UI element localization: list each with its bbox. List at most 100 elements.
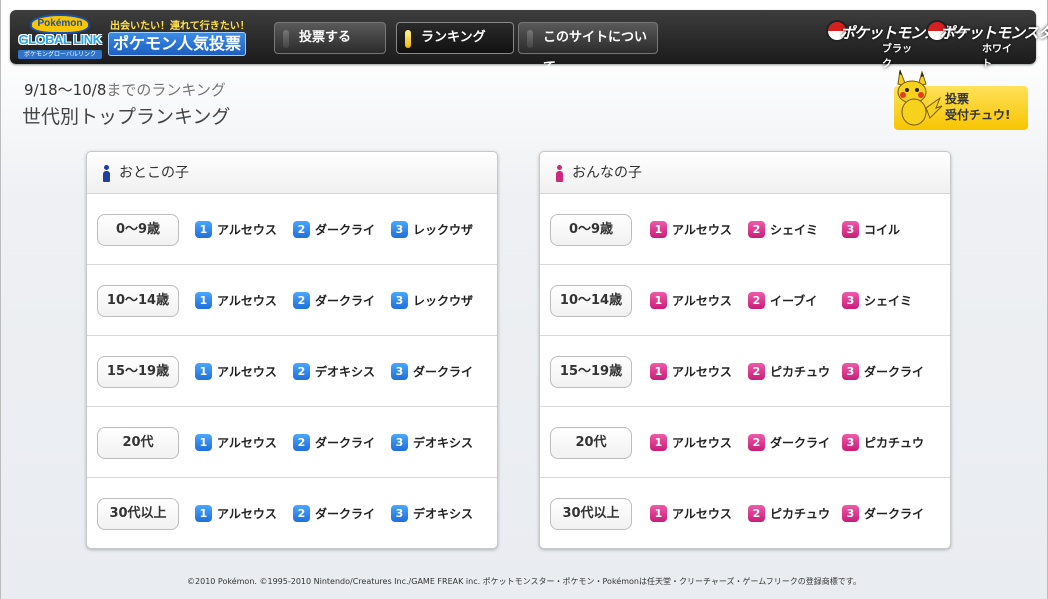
rank-3-item[interactable]: 3 レックウザ	[391, 292, 473, 310]
rank-2-item[interactable]: 2 ダークライ	[293, 505, 375, 523]
age-group-button[interactable]: 20代	[97, 427, 179, 459]
rank-1-badge: 1	[650, 221, 667, 238]
rank-2-item[interactable]: 2 ダークライ	[293, 292, 375, 310]
rank-3-item[interactable]: 3 ピカチュウ	[842, 434, 924, 452]
boys-panel-header: おとこの子	[87, 152, 497, 194]
table-row: 20代 1 アルセウス 2 ダークライ 3 ピカチュウ	[540, 407, 950, 478]
vote-badge-line2: 受付チュウ!	[945, 108, 1011, 122]
rank-3-name: レックウザ	[413, 223, 474, 237]
rank-2-name: イーブイ	[770, 294, 818, 308]
rank-3-name: デオキシス	[413, 507, 474, 521]
rank-2-item[interactable]: 2 ダークライ	[293, 221, 375, 239]
age-group-button[interactable]: 0〜9歳	[550, 214, 632, 246]
rank-3-name: デオキシス	[413, 436, 474, 450]
rank-2-item[interactable]: 2 ピカチュウ	[748, 363, 830, 381]
rank-1-item[interactable]: 1 アルセウス	[650, 292, 732, 310]
pikachu-icon	[897, 69, 943, 126]
boy-icon	[103, 165, 110, 182]
vote-badge-line1: 投票	[945, 92, 970, 106]
age-group-button[interactable]: 30代以上	[97, 498, 179, 530]
age-group-button[interactable]: 10〜14歳	[550, 285, 632, 317]
rank-1-item[interactable]: 1 アルセウス	[650, 221, 732, 239]
rank-2-name: ピカチュウ	[770, 507, 831, 521]
rank-2-name: シェイミ	[770, 223, 819, 237]
age-group-button[interactable]: 30代以上	[550, 498, 632, 530]
rank-3-name: ダークライ	[864, 507, 925, 521]
age-group-button[interactable]: 15〜19歳	[550, 356, 632, 388]
rank-1-badge: 1	[650, 292, 667, 309]
rank-1-badge: 1	[650, 363, 667, 380]
rank-1-name: アルセウス	[672, 294, 732, 308]
rank-3-item[interactable]: 3 レックウザ	[391, 221, 473, 239]
nav-about[interactable]: このサイトについて	[518, 22, 658, 75]
rank-3-badge: 3	[391, 363, 408, 380]
rank-1-item[interactable]: 1 アルセウス	[650, 505, 732, 523]
rank-1-item[interactable]: 1 アルセウス	[195, 434, 277, 452]
rank-3-name: ダークライ	[413, 365, 474, 379]
rank-1-badge: 1	[195, 363, 212, 380]
rank-3-name: コイル	[864, 223, 901, 237]
copyright-footer: ©2010 Pokémon. ©1995-2010 Nintendo/Creat…	[187, 577, 861, 586]
rank-3-item[interactable]: 3 ダークライ	[391, 363, 473, 381]
nav-lamp-active-icon	[405, 30, 411, 48]
nav-vote[interactable]: 投票する	[274, 22, 386, 54]
boys-rows: 0〜9歳 1 アルセウス 2 ダークライ 3 レックウザ 10〜14歳 1 アルセウス …	[87, 194, 497, 549]
vote-badge-text: 投票 受付チュウ!	[945, 91, 1025, 123]
girls-ranking-panel: おんなの子 0〜9歳 1 アルセウス 2 シェイミ 3 コイル 10〜14歳 1 アルセ…	[539, 151, 951, 549]
vote-open-badge[interactable]: 投票 受付チュウ!	[888, 66, 1030, 132]
rank-2-name: デオキシス	[315, 365, 376, 379]
rank-1-name: アルセウス	[672, 507, 732, 521]
rank-2-badge: 2	[748, 292, 765, 309]
rank-3-badge: 3	[842, 505, 859, 522]
rank-3-item[interactable]: 3 ダークライ	[842, 505, 924, 523]
nav-ranking[interactable]: ランキング	[396, 22, 514, 54]
rank-2-item[interactable]: 2 ピカチュウ	[748, 505, 830, 523]
rank-1-item[interactable]: 1 アルセウス	[650, 363, 732, 381]
rank-2-badge: 2	[748, 363, 765, 380]
rank-3-badge: 3	[391, 434, 408, 451]
rank-3-name: シェイミ	[864, 294, 913, 308]
nav-vote-label: 投票する	[299, 30, 352, 45]
nav-lamp-icon	[283, 30, 289, 48]
rank-2-name: ダークライ	[770, 436, 831, 450]
rank-3-item[interactable]: 3 ダークライ	[842, 363, 924, 381]
rank-1-item[interactable]: 1 アルセウス	[195, 221, 277, 239]
rank-2-item[interactable]: 2 シェイミ	[748, 221, 818, 239]
rank-3-name: レックウザ	[413, 294, 474, 308]
age-group-button[interactable]: 20代	[550, 427, 632, 459]
rank-3-badge: 3	[391, 292, 408, 309]
rank-1-item[interactable]: 1 アルセウス	[195, 292, 277, 310]
nav-ranking-label: ランキング	[421, 30, 486, 45]
rank-1-item[interactable]: 1 アルセウス	[195, 505, 277, 523]
global-link-logo-text: GLOBAL LINK	[18, 32, 102, 47]
rank-2-item[interactable]: 2 ダークライ	[748, 434, 830, 452]
age-group-button[interactable]: 15〜19歳	[97, 356, 179, 388]
pokemon-black-logo[interactable]: ポケットモンスター ブラック	[826, 16, 967, 70]
rank-1-badge: 1	[650, 434, 667, 451]
site-tagline: 出会いたい！連れて行きたい！	[110, 21, 250, 32]
global-link-logo[interactable]: Pokémon GLOBAL LINK ポケモングローバルリンク	[16, 14, 104, 60]
rank-2-name: ダークライ	[315, 223, 376, 237]
table-row: 30代以上 1 アルセウス 2 ダークライ 3 デオキシス	[87, 478, 497, 549]
rank-3-item[interactable]: 3 デオキシス	[391, 434, 473, 452]
rank-2-item[interactable]: 2 デオキシス	[293, 363, 375, 381]
rank-3-item[interactable]: 3 デオキシス	[391, 505, 473, 523]
global-link-logo-subtext: ポケモングローバルリンク	[18, 50, 102, 59]
rank-1-name: アルセウス	[217, 294, 277, 308]
rank-1-name: アルセウス	[217, 436, 277, 450]
pokemon-white-logo[interactable]: ポケットモンスター ホワイト	[926, 16, 1048, 70]
page-title: 世代別トップランキング	[22, 106, 231, 128]
site-title[interactable]: ポケモン人気投票	[108, 32, 247, 56]
rank-1-badge: 1	[650, 505, 667, 522]
rank-1-name: アルセウス	[672, 365, 732, 379]
age-group-button[interactable]: 0〜9歳	[97, 214, 179, 246]
rank-2-item[interactable]: 2 ダークライ	[293, 434, 375, 452]
rank-1-item[interactable]: 1 アルセウス	[195, 363, 277, 381]
rank-3-item[interactable]: 3 シェイミ	[842, 292, 912, 310]
rank-2-badge: 2	[293, 434, 310, 451]
rank-3-item[interactable]: 3 コイル	[842, 221, 900, 239]
age-group-button[interactable]: 10〜14歳	[97, 285, 179, 317]
rank-2-item[interactable]: 2 イーブイ	[748, 292, 817, 310]
rank-1-item[interactable]: 1 アルセウス	[650, 434, 732, 452]
rank-2-badge: 2	[748, 221, 765, 238]
